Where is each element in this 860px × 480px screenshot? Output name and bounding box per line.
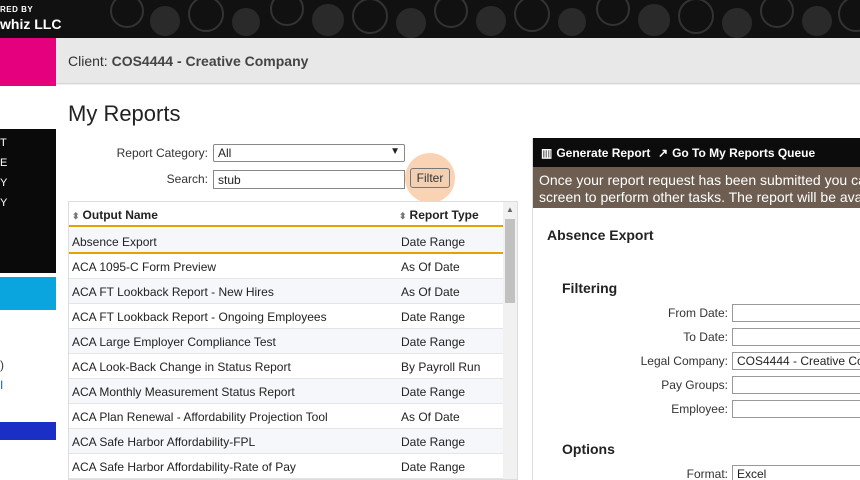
table-row[interactable]: ACA Look-Back Change in Status Report By … xyxy=(69,354,505,379)
notice-line-1: Once your report request has been submit… xyxy=(539,172,860,188)
report-panel: ▥ Generate Report ↗ Go To My Reports Queue… xyxy=(532,138,860,480)
report-type-cell: As Of Date xyxy=(401,410,460,424)
column-label: Output Name xyxy=(82,208,158,222)
external-link-icon: ↗ xyxy=(658,146,669,160)
sidebar-text-1: ) xyxy=(0,358,4,372)
panel-toolbar: ▥ Generate Report ↗ Go To My Reports Queue xyxy=(533,138,860,167)
page-title: My Reports xyxy=(68,101,181,126)
banner-pattern xyxy=(0,0,860,38)
legal-company-label: Legal Company: xyxy=(640,354,728,368)
client-label: Client: COS4444 - Creative Company xyxy=(68,53,308,69)
employee-input[interactable] xyxy=(732,400,860,418)
sidebar-item-3[interactable]: Y xyxy=(0,177,7,189)
sidebar-item-1[interactable]: T xyxy=(0,137,7,149)
sidebar-highlight-item[interactable] xyxy=(0,277,56,310)
sort-icon: ⬍ xyxy=(399,211,407,221)
company-name: whiz LLC xyxy=(0,16,62,32)
main-content: My Reports Report Category: All ▼ Search… xyxy=(56,85,860,480)
column-output-name[interactable]: ⬍ Output Name xyxy=(72,208,158,222)
table-row[interactable]: Absence Export Date Range xyxy=(69,229,505,254)
report-type-cell: As Of Date xyxy=(401,285,460,299)
output-name-cell: ACA Plan Renewal - Affordability Project… xyxy=(72,410,328,424)
client-label-text: Client: xyxy=(68,53,108,69)
format-label: Format: xyxy=(686,467,728,480)
notice-banner: Once your report request has been submit… xyxy=(533,167,860,208)
output-name-cell: ACA Look-Back Change in Status Report xyxy=(72,360,291,374)
column-report-type[interactable]: ⬍ Report Type xyxy=(399,208,479,222)
output-name-cell: ACA 1095-C Form Preview xyxy=(72,260,217,274)
notice-line-2: screen to perform other tasks. The repor… xyxy=(539,189,860,205)
table-row[interactable]: ACA Plan Renewal - Affordability Project… xyxy=(69,404,505,429)
to-date-input[interactable] xyxy=(732,328,860,346)
report-type-cell: Date Range xyxy=(401,435,466,449)
filter-button[interactable]: Filter xyxy=(410,168,450,188)
filtering-heading: Filtering xyxy=(562,280,618,296)
table-row[interactable]: ACA 1095-C Form Preview As Of Date xyxy=(69,254,505,279)
report-title: Absence Export xyxy=(547,227,654,243)
to-date-label: To Date: xyxy=(683,330,728,344)
table-scrollbar[interactable]: ▲ xyxy=(503,202,517,479)
scroll-up-icon[interactable]: ▲ xyxy=(506,205,514,214)
client-name: COS4444 - Creative Company xyxy=(111,53,309,69)
sidebar-menu: T E Y Y xyxy=(0,129,56,273)
category-value: All xyxy=(218,146,232,160)
table-row[interactable]: ACA Monthly Measurement Status Report Dat… xyxy=(69,379,505,404)
report-type-cell: As Of Date xyxy=(401,260,460,274)
output-name-cell: ACA FT Lookback Report - Ongoing Employe… xyxy=(72,310,327,324)
output-name-cell: ACA FT Lookback Report - New Hires xyxy=(72,285,274,299)
generate-report-label: Generate Report xyxy=(556,146,651,160)
employee-label: Employee: xyxy=(671,402,728,416)
sidebar-blue-item[interactable] xyxy=(0,422,56,440)
top-banner: RED BY whiz LLC xyxy=(0,0,860,38)
reports-queue-label: Go To My Reports Queue xyxy=(672,146,816,160)
legal-company-input[interactable]: COS4444 - Creative Co xyxy=(732,352,860,370)
table-row[interactable]: ACA Large Employer Compliance Test Date R… xyxy=(69,329,505,354)
powered-by-text: RED BY xyxy=(0,5,34,14)
pay-groups-label: Pay Groups: xyxy=(661,378,728,392)
table-row[interactable]: ACA Safe Harbor Affordability-FPL Date Ra… xyxy=(69,429,505,454)
from-date-input[interactable] xyxy=(732,304,860,322)
generate-report-button[interactable]: ▥ Generate Report xyxy=(541,146,650,160)
scrollbar-thumb[interactable] xyxy=(505,219,515,303)
output-name-cell: Absence Export xyxy=(72,235,157,249)
options-heading: Options xyxy=(562,441,615,457)
chevron-down-icon: ▼ xyxy=(390,146,400,157)
report-type-cell: Date Range xyxy=(401,310,466,324)
output-name-cell: ACA Safe Harbor Affordability-FPL xyxy=(72,435,256,449)
report-type-cell: By Payroll Run xyxy=(401,360,481,374)
sidebar-active-item[interactable] xyxy=(0,38,56,86)
sort-icon: ⬍ xyxy=(72,211,80,221)
chart-icon: ▥ xyxy=(541,146,553,160)
sidebar-item-4[interactable]: Y xyxy=(0,197,7,209)
format-select[interactable]: Excel xyxy=(732,465,860,480)
search-input[interactable]: stub xyxy=(213,170,405,189)
reports-queue-button[interactable]: ↗ Go To My Reports Queue xyxy=(658,146,815,160)
left-sidebar: T E Y Y ) I xyxy=(0,38,56,480)
table-row[interactable]: ACA Safe Harbor Affordability-Rate of Pa… xyxy=(69,454,505,479)
category-select[interactable]: All ▼ xyxy=(213,144,405,162)
sidebar-text-2: I xyxy=(0,378,4,392)
output-name-cell: ACA Large Employer Compliance Test xyxy=(72,335,276,349)
pay-groups-input[interactable] xyxy=(732,376,860,394)
table-row[interactable]: ACA FT Lookback Report - New Hires As Of … xyxy=(69,279,505,304)
output-name-cell: ACA Monthly Measurement Status Report xyxy=(72,385,295,399)
report-type-cell: Date Range xyxy=(401,460,466,474)
client-header: Client: COS4444 - Creative Company xyxy=(56,38,860,84)
column-label: Report Type xyxy=(409,208,479,222)
category-label: Report Category: xyxy=(116,146,208,160)
sidebar-item-2[interactable]: E xyxy=(0,157,7,169)
from-date-label: From Date: xyxy=(667,306,728,320)
output-name-cell: ACA Safe Harbor Affordability-Rate of Pa… xyxy=(72,460,296,474)
reports-table: ⬍ Output Name ⬍ Report Type Absence Export… xyxy=(68,201,518,480)
report-type-cell: Date Range xyxy=(401,335,466,349)
report-type-cell: Date Range xyxy=(401,235,466,249)
search-label: Search: xyxy=(166,172,208,186)
table-row[interactable]: ACA FT Lookback Report - Ongoing Employe… xyxy=(69,304,505,329)
table-header: ⬍ Output Name ⬍ Report Type xyxy=(69,202,505,227)
report-type-cell: Date Range xyxy=(401,385,466,399)
